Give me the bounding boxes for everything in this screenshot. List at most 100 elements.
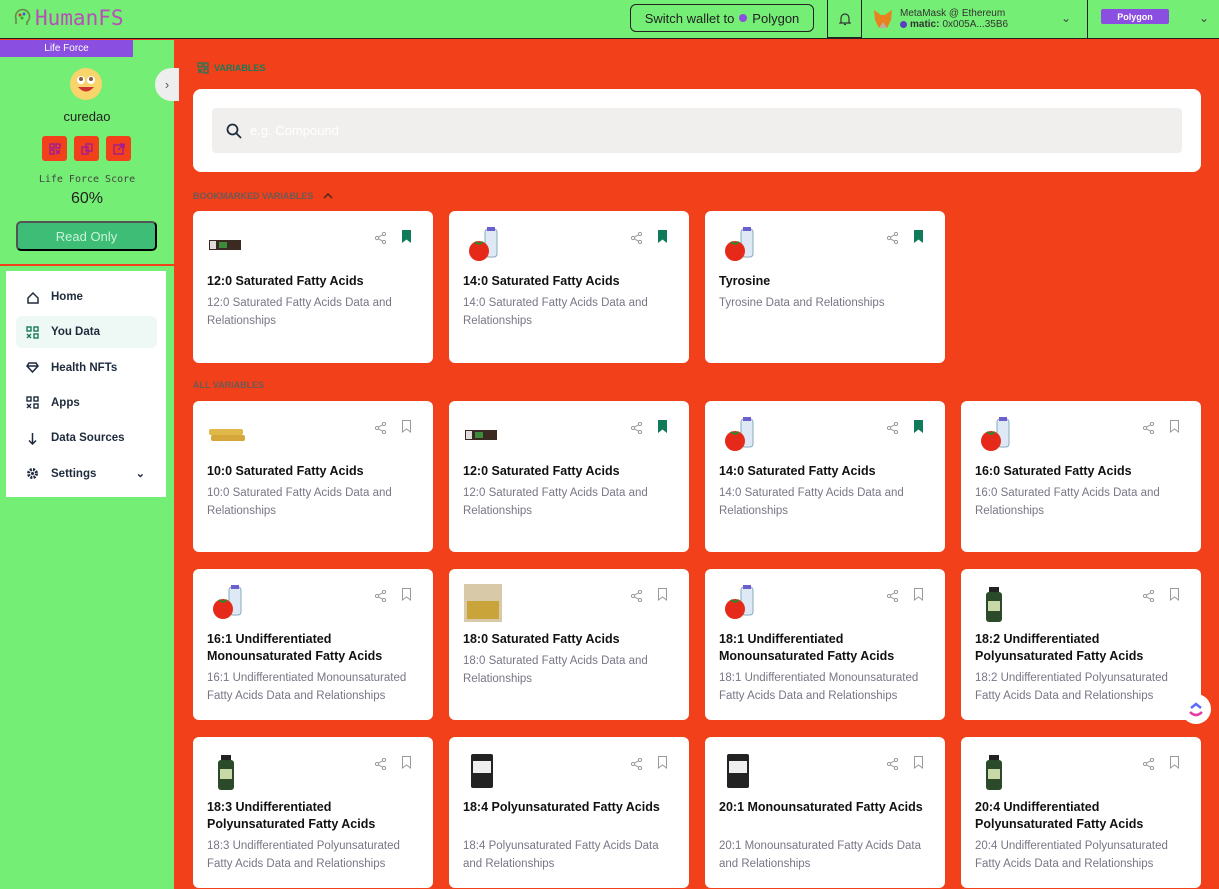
share-icon[interactable] bbox=[1142, 421, 1155, 439]
bookmarked-section-header[interactable]: BOOKMARKED VARIABLES bbox=[193, 191, 333, 201]
sidebar-item-data-sources[interactable]: Data Sources bbox=[16, 422, 157, 454]
bookmark-filled-icon[interactable] bbox=[401, 230, 412, 248]
tomato-milk-image bbox=[725, 417, 754, 451]
variable-card[interactable]: 20:4 Undifferentiated Polyunsaturated Fa… bbox=[961, 737, 1201, 888]
share-icon[interactable] bbox=[886, 589, 899, 607]
variable-card[interactable]: 16:0 Saturated Fatty Acids 16:0 Saturated… bbox=[961, 401, 1201, 552]
qr-code-button[interactable] bbox=[42, 136, 67, 161]
card-title[interactable]: Tyrosine bbox=[719, 273, 934, 290]
wallet-selector[interactable]: MetaMask @ Ethereum matic: 0x005A...35B6 bbox=[872, 4, 1082, 34]
card-title[interactable]: 18:3 Undifferentiated Polyunsaturated Fa… bbox=[207, 799, 422, 833]
card-title[interactable]: 20:4 Undifferentiated Polyunsaturated Fa… bbox=[975, 799, 1190, 833]
variable-card[interactable]: 18:1 Undifferentiated Monounsaturated Fa… bbox=[705, 569, 945, 720]
card-title[interactable]: 14:0 Saturated Fatty Acids bbox=[463, 273, 678, 290]
switch-wallet-button[interactable]: Switch wallet to Polygon bbox=[630, 4, 814, 32]
sidebar-item-apps[interactable]: Apps bbox=[16, 387, 157, 419]
share-icon[interactable] bbox=[630, 421, 643, 439]
share-icon[interactable] bbox=[630, 231, 643, 249]
all-title: ALL VARIABLES bbox=[193, 380, 265, 390]
notifications-button[interactable] bbox=[827, 0, 862, 38]
card-title[interactable]: 12:0 Saturated Fatty Acids bbox=[463, 463, 678, 480]
switch-wallet-label: Switch wallet to bbox=[644, 10, 735, 26]
bookmark-icon[interactable] bbox=[1169, 420, 1180, 438]
variable-card[interactable]: 12:0 Saturated Fatty Acids 12:0 Saturated… bbox=[449, 401, 689, 552]
copy-button[interactable] bbox=[74, 136, 99, 161]
card-title[interactable]: 18:2 Undifferentiated Polyunsaturated Fa… bbox=[975, 631, 1190, 665]
variable-card[interactable]: 16:1 Undifferentiated Monounsaturated Fa… bbox=[193, 569, 433, 720]
sidebar-item-health-nfts[interactable]: Health NFTs bbox=[16, 352, 157, 384]
share-icon[interactable] bbox=[374, 589, 387, 607]
card-title[interactable]: 14:0 Saturated Fatty Acids bbox=[719, 463, 934, 480]
bookmark-filled-icon[interactable] bbox=[913, 230, 924, 248]
chevron-down-icon[interactable]: ⌄ bbox=[136, 467, 145, 480]
bookmark-icon[interactable] bbox=[401, 588, 412, 606]
card-title[interactable]: 16:0 Saturated Fatty Acids bbox=[975, 463, 1190, 480]
variable-card[interactable]: 14:0 Saturated Fatty Acids 14:0 Saturated… bbox=[449, 211, 689, 363]
diamond-icon bbox=[26, 362, 39, 374]
bookmark-icon[interactable] bbox=[913, 588, 924, 606]
supplement-bottle-image bbox=[218, 755, 234, 790]
share-icon[interactable] bbox=[374, 231, 387, 249]
share-icon[interactable] bbox=[1142, 589, 1155, 607]
bookmark-icon[interactable] bbox=[401, 756, 412, 774]
share-icon[interactable] bbox=[374, 421, 387, 439]
variable-card[interactable]: 12:0 Saturated Fatty Acids 12:0 Saturated… bbox=[193, 211, 433, 363]
variable-card[interactable]: 18:4 Polyunsaturated Fatty Acids 18:4 Pol… bbox=[449, 737, 689, 888]
bookmark-icon[interactable] bbox=[657, 756, 668, 774]
bookmark-filled-icon[interactable] bbox=[657, 230, 668, 248]
sidebar-item-settings[interactable]: Settings ⌄ bbox=[16, 458, 157, 490]
bookmark-icon[interactable] bbox=[657, 588, 668, 606]
bookmark-icon[interactable] bbox=[1169, 588, 1180, 606]
wallet-prefix: matic: bbox=[910, 19, 940, 30]
logo[interactable]: HumanFS bbox=[12, 6, 124, 30]
card-title[interactable]: 12:0 Saturated Fatty Acids bbox=[207, 273, 422, 290]
sidebar-item-you-data[interactable]: You Data bbox=[16, 316, 157, 349]
card-description: 18:3 Undifferentiated Polyunsaturated Fa… bbox=[207, 840, 400, 870]
card-title[interactable]: 16:1 Undifferentiated Monounsaturated Fa… bbox=[207, 631, 422, 665]
variable-card[interactable]: Tyrosine Tyrosine Data and Relationships bbox=[705, 211, 945, 363]
arrow-down-icon bbox=[28, 432, 37, 445]
card-title[interactable]: 18:4 Polyunsaturated Fatty Acids bbox=[463, 799, 678, 816]
tomato-milk-image bbox=[725, 227, 754, 261]
external-link-button[interactable] bbox=[106, 136, 131, 161]
card-title[interactable]: 18:0 Saturated Fatty Acids bbox=[463, 631, 678, 648]
card-description: 16:0 Saturated Fatty Acids Data and Rela… bbox=[975, 487, 1160, 517]
card-title[interactable]: 18:1 Undifferentiated Monounsaturated Fa… bbox=[719, 631, 934, 665]
bookmark-filled-icon[interactable] bbox=[913, 420, 924, 438]
bookmark-icon[interactable] bbox=[401, 420, 412, 438]
bookmark-icon[interactable] bbox=[1169, 756, 1180, 774]
sidebar-item-home[interactable]: Home bbox=[16, 281, 157, 313]
network-badge[interactable]: Polygon bbox=[1101, 9, 1169, 24]
share-icon[interactable] bbox=[886, 231, 899, 249]
card-description: 12:0 Saturated Fatty Acids Data and Rela… bbox=[207, 297, 392, 327]
share-icon[interactable] bbox=[630, 757, 643, 775]
search-input[interactable] bbox=[250, 123, 1150, 138]
bell-icon bbox=[838, 12, 851, 25]
variable-card[interactable]: 18:0 Saturated Fatty Acids 18:0 Saturated… bbox=[449, 569, 689, 720]
all-variables-section-header: ALL VARIABLES bbox=[193, 380, 264, 390]
search-field[interactable] bbox=[212, 108, 1182, 153]
top-bar: HumanFS Switch wallet to Polygon MetaMas… bbox=[0, 0, 1219, 39]
read-only-button[interactable]: Read Only bbox=[16, 221, 157, 251]
share-icon[interactable] bbox=[630, 589, 643, 607]
life-force-score-value: 60% bbox=[70, 190, 104, 207]
card-description: 14:0 Saturated Fatty Acids Data and Rela… bbox=[463, 297, 648, 327]
variable-card[interactable]: 14:0 Saturated Fatty Acids 14:0 Saturated… bbox=[705, 401, 945, 552]
variable-card[interactable]: 20:1 Monounsaturated Fatty Acids 20:1 Mon… bbox=[705, 737, 945, 888]
clickup-widget-button[interactable] bbox=[1181, 694, 1211, 724]
chevron-down-icon[interactable]: ⌄ bbox=[1061, 11, 1071, 25]
bookmark-icon[interactable] bbox=[913, 756, 924, 774]
variable-card[interactable]: 10:0 Saturated Fatty Acids 10:0 Saturated… bbox=[193, 401, 433, 552]
card-title[interactable]: 20:1 Monounsaturated Fatty Acids bbox=[719, 799, 934, 816]
card-title[interactable]: 10:0 Saturated Fatty Acids bbox=[207, 463, 422, 480]
variable-card[interactable]: 18:2 Undifferentiated Polyunsaturated Fa… bbox=[961, 569, 1201, 720]
polygon-dot-icon bbox=[739, 14, 748, 22]
share-icon[interactable] bbox=[374, 757, 387, 775]
variable-card[interactable]: 18:3 Undifferentiated Polyunsaturated Fa… bbox=[193, 737, 433, 888]
share-icon[interactable] bbox=[886, 757, 899, 775]
bookmark-filled-icon[interactable] bbox=[657, 420, 668, 438]
share-icon[interactable] bbox=[1142, 757, 1155, 775]
sidebar-toggle-button[interactable]: › bbox=[155, 68, 179, 101]
chevron-down-icon[interactable]: ⌄ bbox=[1199, 11, 1209, 25]
share-icon[interactable] bbox=[886, 421, 899, 439]
